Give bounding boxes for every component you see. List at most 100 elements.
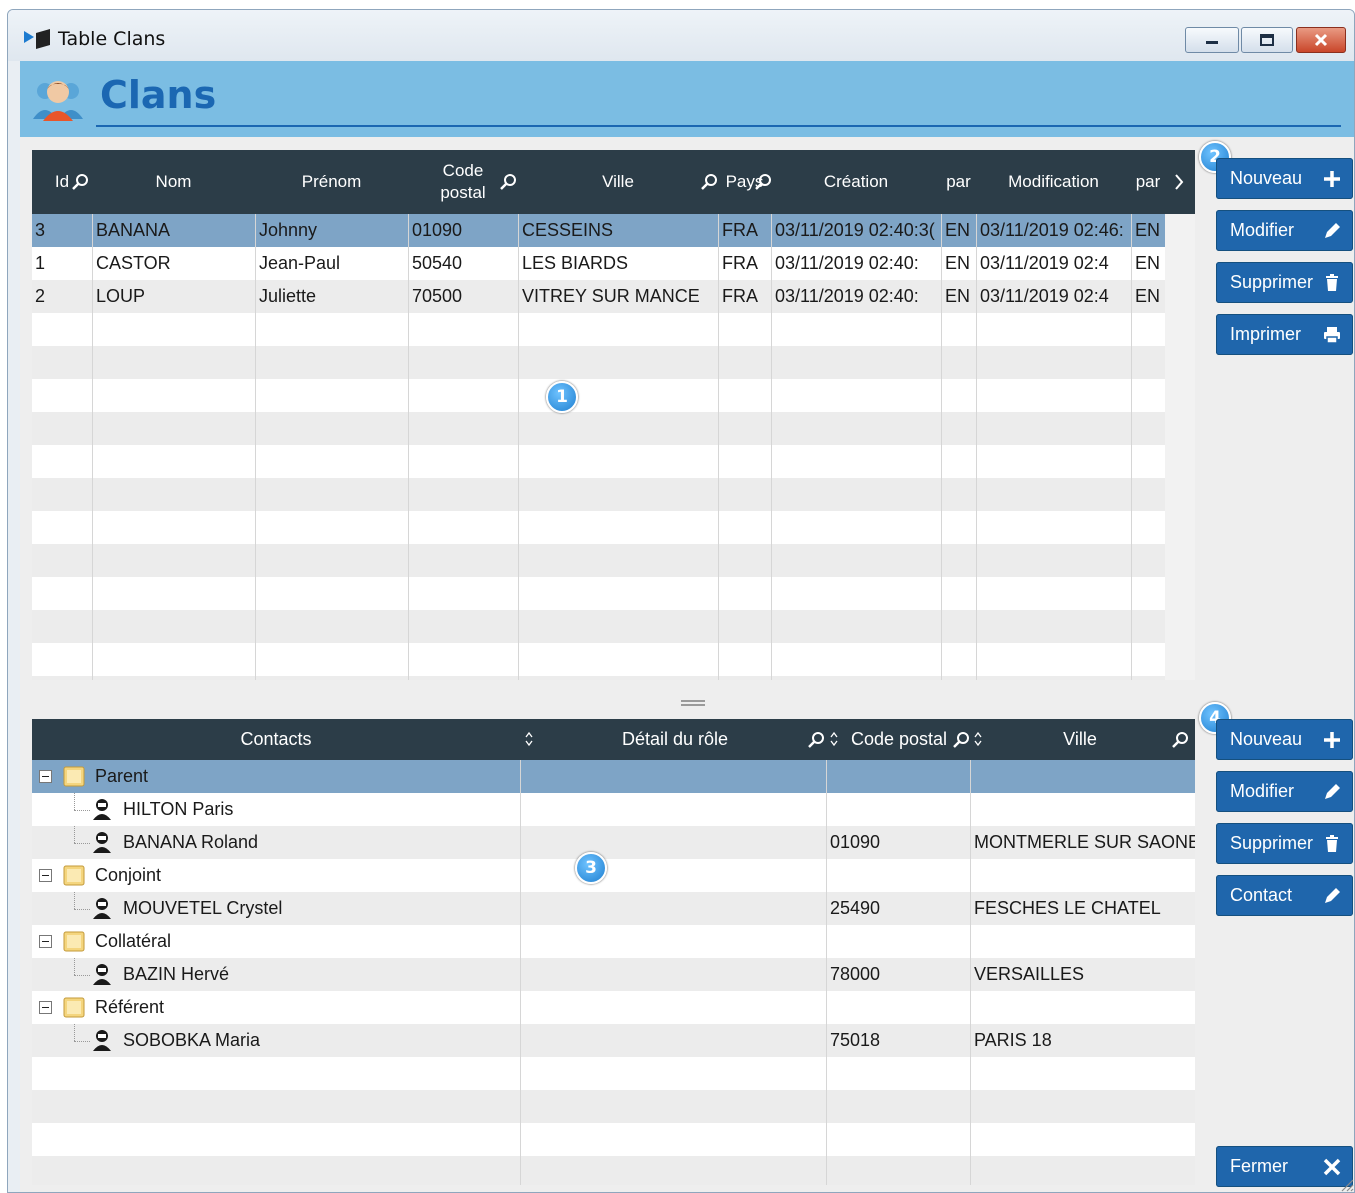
tree-connector xyxy=(74,892,75,909)
cell-nom: LOUP xyxy=(92,280,255,313)
tree-connector xyxy=(74,1041,90,1042)
column-header-detail-role[interactable]: Détail du rôle xyxy=(540,719,810,760)
collapse-toggle-icon[interactable] xyxy=(39,869,52,882)
table-row[interactable]: 2 LOUP Juliette 70500 VITREY SUR MANCE F… xyxy=(32,280,1165,313)
empty-cell xyxy=(1131,445,1165,478)
supprimer-contact-button[interactable]: Supprimer xyxy=(1216,823,1353,864)
supprimer-clan-button[interactable]: Supprimer xyxy=(1216,262,1353,303)
search-icon[interactable] xyxy=(1172,731,1190,749)
column-header-modification[interactable]: Modification xyxy=(976,150,1131,214)
empty-cell xyxy=(718,577,771,610)
contacts-table[interactable]: Contacts Détail du rôle Code postal Vill… xyxy=(32,719,1195,1185)
sort-icon[interactable] xyxy=(829,731,839,747)
tree-contact-row[interactable]: BANANA Roland 01090 MONTMERLE SUR SAONE xyxy=(32,826,1195,859)
imprimer-clan-button[interactable]: Imprimer xyxy=(1216,314,1353,355)
empty-cell xyxy=(32,445,92,478)
empty-cell xyxy=(1131,412,1165,445)
column-header-code-postal[interactable]: Code postal xyxy=(408,150,518,214)
search-icon[interactable] xyxy=(953,731,971,749)
empty-cell xyxy=(255,445,408,478)
cell-detail-role xyxy=(826,1156,970,1185)
column-header-creation[interactable]: Création xyxy=(771,150,941,214)
cell-id: 3 xyxy=(35,220,46,240)
collapse-toggle-icon[interactable] xyxy=(39,1001,52,1014)
empty-cell xyxy=(941,412,976,445)
tree-connector xyxy=(74,909,90,910)
empty-table-row xyxy=(32,445,1165,478)
tree-contact-row[interactable]: SOBOBKA Maria 75018 PARIS 18 xyxy=(32,1024,1195,1057)
modifier-contact-button[interactable]: Modifier xyxy=(1216,771,1353,812)
tree-group-row[interactable]: Collatéral xyxy=(32,925,1195,958)
minimize-button[interactable] xyxy=(1185,27,1239,53)
resize-grip-icon[interactable] xyxy=(1338,1176,1354,1192)
column-header-pays[interactable]: Pays xyxy=(718,150,771,214)
search-icon[interactable] xyxy=(808,731,826,749)
tree-contact-row[interactable]: HILTON Paris xyxy=(32,793,1195,826)
column-header-label: Ville xyxy=(602,172,634,191)
cell-contact xyxy=(32,1057,520,1090)
column-header-id[interactable]: Id xyxy=(32,150,92,214)
column-header-nom[interactable]: Nom xyxy=(92,150,255,214)
fermer-button[interactable]: Fermer xyxy=(1216,1146,1353,1187)
collapse-toggle-icon[interactable] xyxy=(39,935,52,948)
table-row[interactable]: 1 CASTOR Jean-Paul 50540 LES BIARDS FRA … xyxy=(32,247,1165,280)
column-header-par[interactable]: par xyxy=(941,150,976,214)
empty-cell xyxy=(771,643,941,676)
cell-detail-role xyxy=(520,1156,826,1185)
empty-cell xyxy=(255,511,408,544)
collapse-toggle-icon[interactable] xyxy=(39,770,52,783)
clans-table[interactable]: Id Nom Prénom Code postal Ville Pays Cré… xyxy=(32,150,1195,680)
column-header-code-postal[interactable]: Code postal xyxy=(844,719,954,760)
column-header-ville[interactable]: Ville xyxy=(518,150,718,214)
column-header-prenom[interactable]: Prénom xyxy=(255,150,408,214)
cell-par: EN xyxy=(941,214,976,247)
sort-icon[interactable] xyxy=(524,731,534,747)
empty-cell xyxy=(32,610,92,643)
tree-group-label: Conjoint xyxy=(95,865,162,885)
empty-cell xyxy=(518,511,718,544)
nouveau-contact-button[interactable]: Nouveau xyxy=(1216,719,1353,760)
sort-icon[interactable] xyxy=(973,731,983,747)
search-icon[interactable] xyxy=(72,173,90,191)
modifier-clan-button[interactable]: Modifier xyxy=(1216,210,1353,251)
cell-detail-role xyxy=(520,826,826,859)
close-window-button[interactable] xyxy=(1296,27,1346,53)
empty-cell xyxy=(255,610,408,643)
cell-prenom: Jean-Paul xyxy=(255,247,408,280)
contact-name: MOUVETEL Crystel xyxy=(123,898,283,918)
table-scroll-area[interactable] xyxy=(1165,214,1195,680)
empty-cell xyxy=(92,511,255,544)
chevron-right-icon[interactable] xyxy=(1174,174,1184,190)
tree-group-row[interactable]: Parent xyxy=(32,760,1195,793)
cell-ville: PARIS 18 xyxy=(970,1024,1195,1057)
cell-detail-role xyxy=(520,1024,826,1057)
contact-button[interactable]: Contact xyxy=(1216,875,1353,916)
empty-cell xyxy=(518,478,718,511)
cell-ville xyxy=(970,991,1195,1024)
clans-table-header: Id Nom Prénom Code postal Ville Pays Cré… xyxy=(32,150,1195,214)
empty-table-row xyxy=(32,412,1165,445)
table-row[interactable]: 3 BANANA Johnny 01090 CESSEINS FRA 03/11… xyxy=(32,214,1165,247)
title-bar[interactable]: Table Clans xyxy=(8,10,1354,61)
empty-table-row xyxy=(32,610,1165,643)
person-icon xyxy=(93,799,111,820)
column-header-label: Contacts xyxy=(240,729,312,749)
empty-cell xyxy=(518,544,718,577)
tree-group-row[interactable]: Conjoint xyxy=(32,859,1195,892)
search-icon[interactable] xyxy=(701,173,719,191)
pane-splitter[interactable] xyxy=(681,700,705,706)
column-header-par[interactable]: par xyxy=(1131,150,1165,214)
button-label: Nouveau xyxy=(1230,729,1303,749)
search-icon[interactable] xyxy=(500,173,518,191)
empty-table-row xyxy=(32,511,1165,544)
nouveau-clan-button[interactable]: Nouveau xyxy=(1216,158,1353,199)
column-header-contacts[interactable]: Contacts xyxy=(32,719,520,760)
cell-detail-role xyxy=(520,1057,826,1090)
column-header-ville[interactable]: Ville xyxy=(990,719,1170,760)
tree-connector xyxy=(74,826,75,843)
tree-contact-row[interactable]: MOUVETEL Crystel 25490 FESCHES LE CHATEL xyxy=(32,892,1195,925)
tree-group-row[interactable]: Référent xyxy=(32,991,1195,1024)
maximize-button[interactable] xyxy=(1241,27,1293,53)
empty-cell xyxy=(518,346,718,379)
tree-contact-row[interactable]: BAZIN Hervé 78000 VERSAILLES xyxy=(32,958,1195,991)
